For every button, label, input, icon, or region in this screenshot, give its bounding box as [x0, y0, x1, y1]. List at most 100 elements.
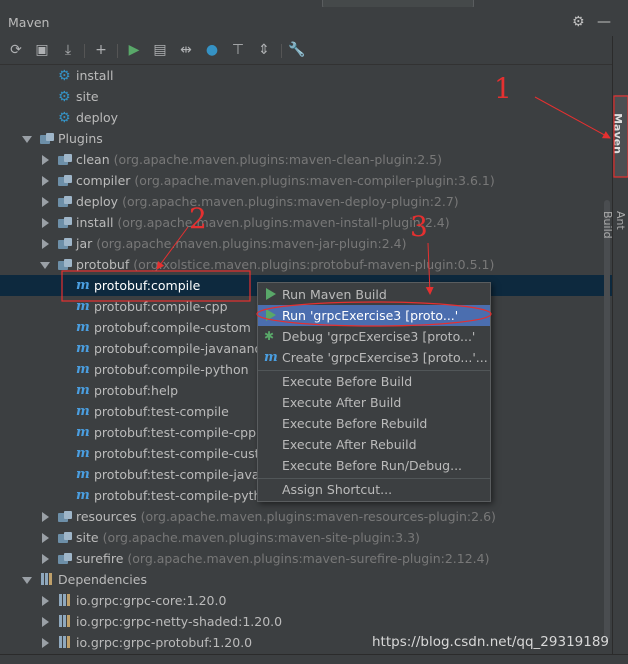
maven-tab-label: Maven	[610, 113, 624, 154]
plugin-name: compiler	[76, 173, 131, 188]
chevron-right-icon[interactable]	[40, 197, 50, 207]
chevron-down-icon[interactable]	[40, 260, 50, 270]
plugin-node[interactable]: resources (org.apache.maven.plugins:mave…	[0, 506, 612, 527]
chevron-down-icon[interactable]	[22, 134, 32, 144]
menu-item-label: Create 'grpcExercise3 [proto...'...	[282, 350, 488, 365]
plugin-node[interactable]: install (org.apache.maven.plugins:maven-…	[0, 212, 612, 233]
menu-item-label: Execute After Rebuild	[282, 437, 417, 452]
library-icon	[58, 593, 74, 609]
chevron-right-icon[interactable]	[40, 533, 50, 543]
library-icon	[58, 614, 74, 630]
plugin-node[interactable]: surefire (org.apache.maven.plugins:maven…	[0, 548, 612, 569]
menu-item-assign-shortcut[interactable]: Assign Shortcut...	[258, 479, 490, 500]
goal-label: protobuf:test-compile-custom	[94, 446, 280, 461]
hide-panel-icon[interactable]: —	[597, 15, 611, 29]
menu-item-label: Assign Shortcut...	[282, 482, 393, 497]
lifecycle-item[interactable]: ⚙ site	[0, 86, 612, 107]
menu-item-debug-config[interactable]: ✱ Debug 'grpcExercise3 [proto...'	[258, 326, 490, 347]
toggle-offline-icon[interactable]: ⇹	[177, 41, 195, 59]
chevron-right-icon[interactable]	[40, 554, 50, 564]
gear-icon: ⚙	[58, 68, 71, 84]
skip-tests-icon[interactable]: ●	[203, 41, 221, 59]
plugin-icon	[58, 532, 72, 544]
context-menu: Run Maven Build Run 'grpcExercise3 [prot…	[257, 282, 491, 502]
plugins-node[interactable]: Plugins	[0, 128, 612, 149]
plugin-name: jar	[76, 236, 93, 251]
download-icon[interactable]: ⤓	[59, 41, 77, 59]
maven-goal-icon: m	[76, 362, 90, 377]
plugin-node[interactable]: site (org.apache.maven.plugins:maven-sit…	[0, 527, 612, 548]
menu-item-label: Execute Before Build	[282, 374, 413, 389]
chevron-down-icon[interactable]	[22, 575, 32, 585]
plus-icon[interactable]: +	[92, 41, 110, 59]
plugin-artifact: (org.apache.maven.plugins:maven-surefire…	[127, 551, 490, 566]
maven-goal-icon: m	[76, 467, 90, 482]
chevron-right-icon[interactable]	[40, 596, 50, 606]
menu-item-execute-before-run-debug[interactable]: Execute Before Run/Debug...	[258, 455, 490, 476]
goal-label: protobuf:compile-javanano	[94, 341, 263, 356]
menu-item-execute-before-build[interactable]: Execute Before Build	[258, 371, 490, 392]
goal-label: protobuf:compile-custom	[94, 320, 251, 335]
plugin-node[interactable]: clean (org.apache.maven.plugins:maven-cl…	[0, 149, 612, 170]
dependency-item[interactable]: io.grpc:grpc-core:1.20.0	[0, 590, 612, 611]
plugin-node[interactable]: compiler (org.apache.maven.plugins:maven…	[0, 170, 612, 191]
plugin-name: protobuf	[76, 257, 130, 272]
plugin-node[interactable]: deploy (org.apache.maven.plugins:maven-d…	[0, 191, 612, 212]
chevron-right-icon[interactable]	[40, 218, 50, 228]
chevron-right-icon[interactable]	[40, 239, 50, 249]
annotation-number: 1	[494, 72, 512, 105]
lifecycle-item[interactable]: ⚙ install	[0, 65, 612, 86]
run-icon[interactable]: ▶	[125, 41, 143, 59]
maven-goal-icon: m	[76, 383, 90, 398]
goal-label: protobuf:test-compile	[94, 404, 229, 419]
plugin-node[interactable]: jar (org.apache.maven.plugins:maven-jar-…	[0, 233, 612, 254]
menu-item-run-config[interactable]: Run 'grpcExercise3 [proto...'	[258, 305, 490, 326]
watermark: https://blog.csdn.net/qq_29319189	[372, 634, 610, 650]
annotation-number: 2	[189, 202, 207, 235]
chevron-right-icon[interactable]	[40, 512, 50, 522]
chevron-right-icon[interactable]	[40, 176, 50, 186]
plugin-icon	[58, 511, 72, 523]
menu-item-label: Debug 'grpcExercise3 [proto...'	[282, 329, 476, 344]
menu-item-execute-after-build[interactable]: Execute After Build	[258, 392, 490, 413]
chevron-right-icon[interactable]	[40, 638, 50, 648]
lifecycle-label: site	[76, 89, 99, 104]
folder-add-icon[interactable]: ▣	[33, 41, 51, 59]
lifecycle-item[interactable]: ⚙ deploy	[0, 107, 612, 128]
maven-goal-icon: m	[76, 446, 90, 461]
chevron-right-icon[interactable]	[40, 617, 50, 627]
collapse-icon[interactable]: ⊤	[229, 41, 247, 59]
plugins-label: Plugins	[58, 131, 103, 146]
maven-goal-icon: m	[76, 320, 90, 335]
lifecycle-label: deploy	[76, 110, 119, 125]
goal-label: protobuf:test-compile-python	[94, 488, 278, 503]
plugins-icon	[40, 133, 54, 145]
settings-wrench-icon[interactable]: 🔧	[288, 41, 306, 59]
refresh-icon[interactable]: ⟳	[7, 41, 25, 59]
expand-icon[interactable]: ⇕	[255, 41, 273, 59]
menu-item-label: Execute After Build	[282, 395, 402, 410]
dependencies-label: Dependencies	[58, 572, 147, 587]
plugin-icon	[58, 196, 72, 208]
panel-header: Maven ⚙ —	[0, 7, 612, 35]
goal-label: protobuf:help	[94, 383, 179, 398]
tree-scrollbar[interactable]	[604, 200, 610, 640]
menu-item-create-config[interactable]: m Create 'grpcExercise3 [proto...'...	[258, 347, 490, 368]
chevron-right-icon[interactable]	[40, 155, 50, 165]
dependencies-node[interactable]: Dependencies	[0, 569, 612, 590]
plugin-name: resources	[76, 509, 137, 524]
menu-item-execute-before-rebuild[interactable]: Execute Before Rebuild	[258, 413, 490, 434]
top-strip	[0, 0, 628, 8]
plugin-node-protobuf[interactable]: protobuf (org.xolstice.maven.plugins:pro…	[0, 254, 612, 275]
maven-goal-icon: m	[76, 404, 90, 419]
menu-item-run-maven-build[interactable]: Run Maven Build	[258, 284, 490, 305]
dependency-item[interactable]: io.grpc:grpc-netty-shaded:1.20.0	[0, 611, 612, 632]
maven-side-tab[interactable]: Maven	[611, 95, 628, 177]
run-config-icon[interactable]: ▤	[151, 41, 169, 59]
plugin-artifact: (org.xolstice.maven.plugins:protobuf-mav…	[133, 257, 495, 272]
menu-item-execute-after-rebuild[interactable]: Execute After Rebuild	[258, 434, 490, 455]
menu-item-label: Execute Before Run/Debug...	[282, 458, 463, 473]
gear-icon[interactable]: ⚙	[572, 15, 586, 29]
maven-goal-icon: m	[76, 488, 90, 503]
toolbar-divider	[281, 44, 282, 58]
